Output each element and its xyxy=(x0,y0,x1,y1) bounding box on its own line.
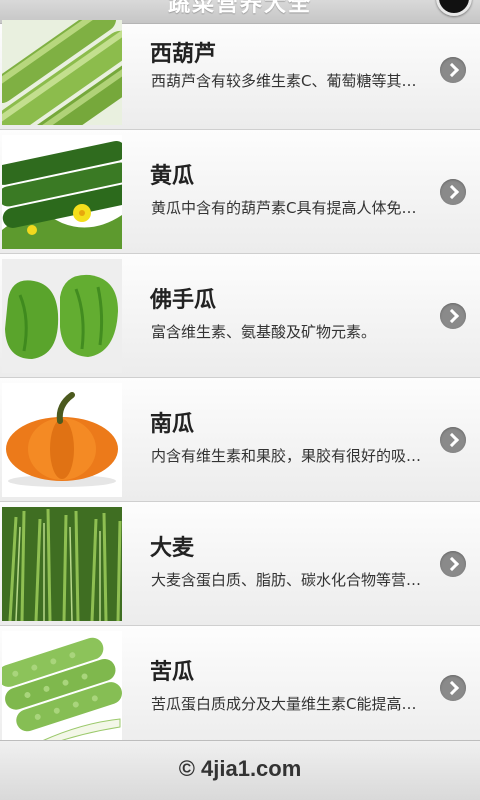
item-description: 内含有维生素和果胶，果胶有很好的吸附性 xyxy=(151,447,429,465)
list-item-barley[interactable]: 大麦 大麦含蛋白质、脂肪、碳水化合物等营养成分 xyxy=(0,502,480,626)
footer-copyright: © 4jia1.com xyxy=(0,740,480,800)
list-item-bitter-melon[interactable]: 苦瓜 苦瓜蛋白质成分及大量维生素C能提高免疫力 xyxy=(0,626,480,750)
chevron-right-icon[interactable] xyxy=(440,302,466,329)
chevron-right-icon[interactable] xyxy=(440,674,466,701)
barley-image xyxy=(2,507,122,621)
pumpkin-image xyxy=(2,383,122,497)
item-title: 西葫芦 xyxy=(150,42,217,67)
item-title: 苦瓜 xyxy=(150,660,195,685)
item-title: 大麦 xyxy=(150,536,195,561)
zucchini-image xyxy=(2,20,122,125)
item-description: 黄瓜中含有的葫芦素C具有提高人体免疫功能 xyxy=(151,199,429,217)
item-title: 黄瓜 xyxy=(150,164,195,189)
chevron-right-icon[interactable] xyxy=(440,550,466,577)
chevron-right-icon[interactable] xyxy=(440,426,466,453)
chevron-right-icon[interactable] xyxy=(440,178,466,205)
chevron-right-icon[interactable] xyxy=(440,56,466,83)
cucumber-image xyxy=(2,135,122,249)
item-description: 西葫芦含有较多维生素C、葡萄糖等其他营养物质 xyxy=(151,72,429,90)
header-title: 蔬菜营养大全 xyxy=(167,0,312,17)
item-description: 苦瓜蛋白质成分及大量维生素C能提高免疫力 xyxy=(151,695,429,713)
item-title: 南瓜 xyxy=(150,412,195,437)
list-item-chayote[interactable]: 佛手瓜 富含维生素、氨基酸及矿物元素。 xyxy=(0,254,480,378)
item-description: 大麦含蛋白质、脂肪、碳水化合物等营养成分 xyxy=(151,571,429,589)
list-item-cucumber[interactable]: 黄瓜 黄瓜中含有的葫芦素C具有提高人体免疫功能 xyxy=(0,130,480,254)
bitter-melon-image xyxy=(2,631,122,745)
item-title: 佛手瓜 xyxy=(150,288,217,313)
list-item-pumpkin[interactable]: 南瓜 内含有维生素和果胶，果胶有很好的吸附性 xyxy=(0,378,480,502)
item-description: 富含维生素、氨基酸及矿物元素。 xyxy=(151,323,377,341)
chayote-image xyxy=(2,259,122,373)
list-item-zucchini[interactable]: 西葫芦 西葫芦含有较多维生素C、葡萄糖等其他营养物质 xyxy=(0,20,480,130)
vegetable-list: 西葫芦 西葫芦含有较多维生素C、葡萄糖等其他营养物质 黄瓜 黄瓜中含有的葫芦素C… xyxy=(0,20,480,750)
